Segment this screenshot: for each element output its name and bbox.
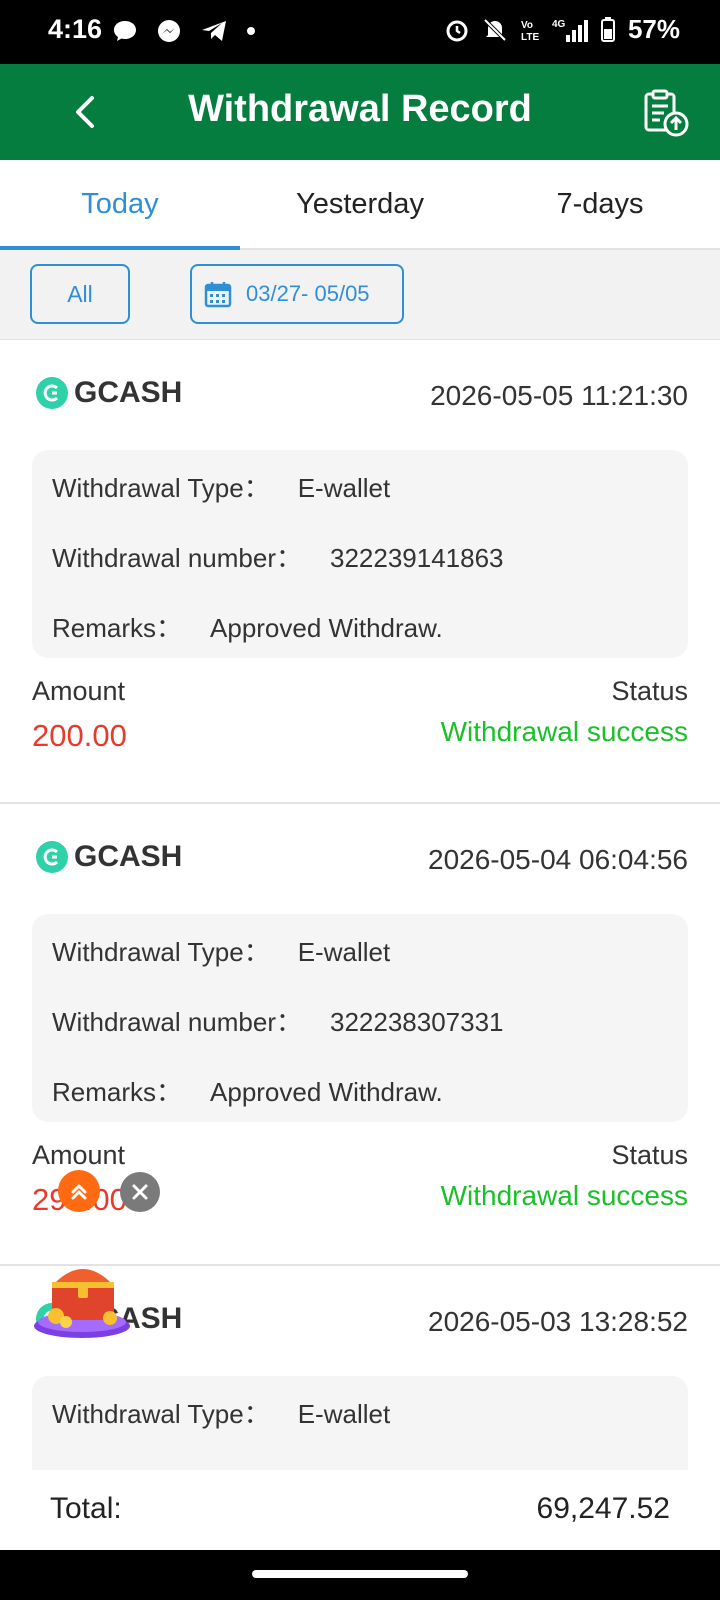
calendar-icon — [204, 282, 232, 308]
amount-value: 200.00 — [32, 718, 127, 753]
remarks-label: Remarks： — [52, 613, 183, 643]
gcash-logo-icon — [36, 377, 68, 409]
remarks-label: Remarks： — [52, 1077, 183, 1107]
total-value: 69,247.52 — [536, 1492, 670, 1525]
record-datetime: 2026-05-03 13:28:52 — [428, 1306, 688, 1337]
record-details: Withdrawal Type： E-wallet Withdrawal numb… — [32, 914, 688, 1122]
total-label: Total: — [50, 1492, 122, 1525]
remarks-value: Approved Withdraw. — [210, 1077, 443, 1107]
withdrawal-type-row: Withdrawal Type： E-wallet — [52, 1394, 390, 1431]
system-nav-bar — [0, 1550, 720, 1600]
date-range-label: 03/27- 05/05 — [246, 281, 370, 306]
amount-label: Amount — [32, 676, 126, 706]
record-datetime: 2026-05-05 11:21:30 — [430, 380, 688, 411]
battery-icon — [600, 16, 615, 42]
signal-icon: 4G — [552, 19, 588, 42]
withdrawal-type-row: Withdrawal Type： E-wallet — [52, 932, 390, 969]
remarks-row: Remarks： Approved Withdraw. — [52, 1072, 443, 1109]
record-details: Withdrawal Type： E-wallet — [32, 1376, 688, 1470]
tab-7-days[interactable]: 7-days — [480, 160, 720, 248]
withdrawal-number-row: Withdrawal number： 322239141863 — [52, 538, 504, 575]
system-icons: Vo LTE 4G 57% — [444, 14, 680, 45]
volte-icon: VoLTE — [521, 20, 539, 43]
filter-all-label: All — [67, 280, 93, 307]
record-datetime: 2026-05-04 06:04:56 — [428, 844, 688, 875]
mute-icon — [483, 18, 507, 41]
provider-name: GCASH — [74, 840, 183, 873]
provider-row: GCASH — [36, 376, 182, 410]
chat-icon — [114, 21, 136, 41]
withdrawal-type-label: Withdrawal Type： — [52, 473, 270, 503]
status-label: Status — [611, 1140, 688, 1170]
filter-all-button[interactable]: All — [30, 264, 130, 324]
close-icon — [132, 1184, 148, 1200]
close-float-button[interactable] — [120, 1172, 160, 1212]
status-label: Status — [611, 676, 688, 706]
withdrawal-type-value: E-wallet — [297, 937, 391, 967]
treasure-chest-icon[interactable] — [30, 1250, 134, 1342]
alarm-icon — [446, 20, 468, 41]
record-details: Withdrawal Type： E-wallet Withdrawal numb… — [32, 450, 688, 658]
withdrawal-number-value: 322238307331 — [329, 1007, 504, 1037]
gcash-logo-icon — [36, 841, 68, 873]
remarks-row: Remarks： Approved Withdraw. — [52, 608, 443, 645]
scroll-to-top-button[interactable] — [58, 1170, 100, 1212]
withdrawal-type-value: E-wallet — [297, 1399, 391, 1429]
home-gesture-handle[interactable] — [252, 1570, 468, 1578]
date-range-button[interactable]: 03/27- 05/05 — [190, 264, 404, 324]
withdrawal-record-card: GCASH 2026-05-04 06:04:56 Withdrawal Typ… — [0, 804, 720, 1266]
status-time: 4:16 — [48, 14, 103, 44]
provider-name: GCASH — [74, 376, 183, 409]
withdrawal-number-label: Withdrawal number： — [52, 543, 302, 573]
notification-icons — [112, 18, 256, 44]
svg-text:4G: 4G — [552, 19, 566, 30]
withdrawal-type-row: Withdrawal Type： E-wallet — [52, 468, 390, 505]
status-bar: 4:16 Vo LTE 4G 57% — [0, 0, 720, 64]
telegram-icon — [202, 21, 226, 41]
date-tabs: Today Yesterday 7-days — [0, 160, 720, 250]
amount-label: Amount — [32, 1140, 126, 1170]
total-bar: Total: 69,247.52 — [0, 1470, 720, 1550]
export-record-icon[interactable] — [640, 88, 690, 138]
page-title: Withdrawal Record — [188, 88, 532, 130]
double-chevron-up-icon — [71, 1184, 87, 1200]
withdrawal-number-row: Withdrawal number： 322238307331 — [52, 1002, 504, 1039]
messenger-icon — [158, 20, 180, 42]
tab-today[interactable]: Today — [0, 160, 240, 250]
tab-yesterday[interactable]: Yesterday — [240, 160, 480, 248]
withdrawal-number-label: Withdrawal number： — [52, 1007, 302, 1037]
battery-percent: 57% — [627, 14, 680, 44]
status-value: Withdrawal success — [440, 716, 688, 747]
withdrawal-type-label: Withdrawal Type： — [52, 937, 270, 967]
provider-row: GCASH — [36, 840, 182, 874]
withdrawal-type-value: E-wallet — [297, 473, 391, 503]
withdrawal-type-label: Withdrawal Type： — [52, 1399, 270, 1429]
filter-bar: All 03/27- 05/05 — [0, 250, 720, 340]
dot-icon — [247, 27, 255, 35]
remarks-value: Approved Withdraw. — [210, 613, 443, 643]
svg-text:LTE: LTE — [521, 32, 539, 43]
withdrawal-number-value: 322239141863 — [329, 543, 504, 573]
app-header: Withdrawal Record — [0, 64, 720, 160]
status-value: Withdrawal success — [440, 1180, 688, 1211]
svg-text:Vo: Vo — [521, 20, 533, 31]
withdrawal-record-card: GCASH 2026-05-05 11:21:30 Withdrawal Typ… — [0, 340, 720, 804]
